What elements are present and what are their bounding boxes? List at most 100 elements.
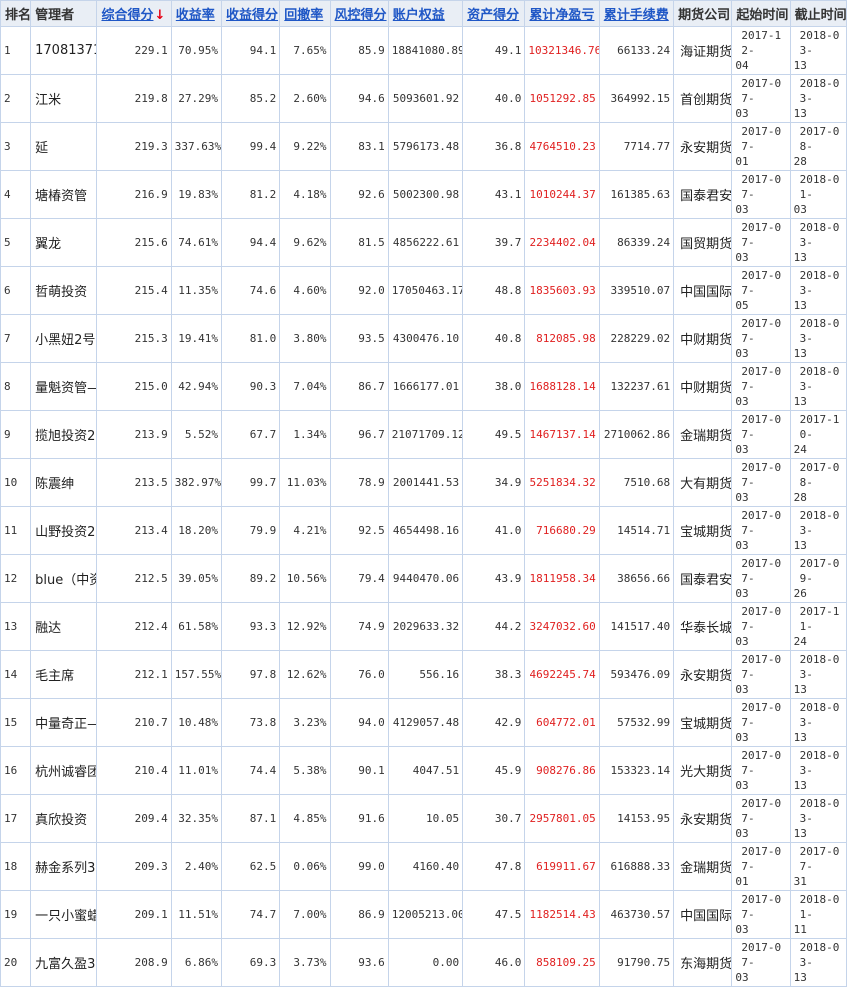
cell-drawdown: 4.18%	[279, 170, 331, 219]
cell-rank: 9	[0, 410, 32, 459]
table-row: 12 blue（中资 212.5 39.05% 89.2 10.56% 79.4 944047…	[0, 554, 847, 603]
cell-net-profit: 2957801.05	[524, 794, 600, 843]
header-fees[interactable]: 累计手续费	[598, 0, 675, 27]
header-net-profit[interactable]: 累计净盈亏	[524, 0, 600, 27]
cell-manager[interactable]: 一只小蜜蜡	[30, 890, 98, 939]
cell-fees: 7714.77	[598, 122, 675, 171]
cell-return-score: 89.2	[221, 554, 281, 603]
cell-asset-score: 36.8	[462, 122, 526, 171]
cell-risk-score: 96.7	[329, 410, 389, 459]
cell-equity: 4300476.10	[387, 314, 464, 363]
cell-end-date: 2017-08- 28	[789, 458, 847, 507]
cell-risk-score: 91.6	[329, 794, 389, 843]
cell-risk-score: 74.9	[329, 602, 389, 651]
cell-return-score: 81.0	[221, 314, 281, 363]
cell-manager[interactable]: 九富久盈3-	[30, 938, 98, 987]
cell-manager[interactable]: blue（中资	[30, 554, 98, 603]
cell-company: 国泰君安	[673, 170, 733, 219]
cell-rank: 10	[0, 458, 32, 507]
table-row: 19 一只小蜜蜡 209.1 11.51% 74.7 7.00% 86.9 12005213.…	[0, 890, 847, 939]
cell-start-date: 2017-07- 03	[731, 410, 791, 459]
cell-start-date-line1: 2017-07-	[741, 413, 782, 441]
cell-manager[interactable]: 赫金系列3-	[30, 842, 98, 891]
cell-asset-score: 47.5	[462, 890, 526, 939]
cell-rank: 13	[0, 602, 32, 651]
cell-start-date-line2: 03	[735, 443, 749, 456]
cell-total-score: 219.3	[96, 122, 172, 171]
cell-start-date-line2: 03	[735, 971, 749, 984]
cell-asset-score: 42.9	[462, 698, 526, 747]
cell-risk-score: 85.9	[329, 26, 389, 75]
cell-manager[interactable]: 真欣投资	[30, 794, 98, 843]
cell-return-rate: 382.97%	[170, 458, 223, 507]
cell-manager[interactable]: 170813717	[30, 26, 98, 75]
cell-total-score: 219.8	[96, 74, 172, 123]
cell-equity: 10.05	[387, 794, 464, 843]
cell-start-date-line2: 03	[735, 683, 749, 696]
cell-manager[interactable]: 翼龙	[30, 218, 98, 267]
cell-end-date-line2: 28	[793, 155, 807, 168]
cell-manager[interactable]: 量魁资管—	[30, 362, 98, 411]
cell-start-date: 2017-07- 03	[731, 698, 791, 747]
header-return-rate[interactable]: 收益率	[170, 0, 223, 27]
cell-manager[interactable]: 融达	[30, 602, 98, 651]
cell-total-score: 213.4	[96, 506, 172, 555]
cell-equity: 17050463.17	[387, 266, 464, 315]
table-row: 7 小黑妞2号 215.3 19.41% 81.0 3.80% 93.5 4300476.10…	[0, 314, 847, 363]
cell-return-rate: 6.86%	[170, 938, 223, 987]
cell-total-score: 209.4	[96, 794, 172, 843]
cell-manager[interactable]: 延	[30, 122, 98, 171]
header-risk-score[interactable]: 风控得分	[329, 0, 389, 27]
cell-net-profit: 619911.67	[524, 842, 600, 891]
cell-return-rate: 19.83%	[170, 170, 223, 219]
cell-company: 永安期货	[673, 650, 733, 699]
cell-asset-score: 38.3	[462, 650, 526, 699]
cell-fees: 161385.63	[598, 170, 675, 219]
cell-fees: 66133.24	[598, 26, 675, 75]
table-row: 6 哲萌投资 215.4 11.35% 74.6 4.60% 92.0 17050463.17…	[0, 266, 847, 315]
header-equity[interactable]: 账户权益	[387, 0, 464, 27]
cell-start-date-line1: 2017-07-	[741, 365, 782, 393]
cell-start-date-line2: 04	[735, 59, 749, 72]
cell-net-profit: 10321346.76	[524, 26, 600, 75]
cell-rank: 8	[0, 362, 32, 411]
cell-manager[interactable]: 中量奇正—:	[30, 698, 98, 747]
cell-manager[interactable]: 杭州诚睿团	[30, 746, 98, 795]
cell-return-score: 97.8	[221, 650, 281, 699]
cell-return-rate: 70.95%	[170, 26, 223, 75]
header-return-score[interactable]: 收益得分	[221, 0, 281, 27]
cell-end-date: 2018-03- 13	[789, 26, 847, 75]
cell-end-date-line2: 13	[793, 779, 807, 792]
table-row: 3 延 219.3 337.63% 99.4 9.22% 83.1 5796173.48 36.…	[0, 122, 847, 171]
cell-start-date-line1: 2017-07-	[741, 893, 782, 921]
cell-drawdown: 11.03%	[279, 458, 331, 507]
cell-end-date-line1: 2018-03-	[799, 77, 840, 105]
header-total-score[interactable]: 综合得分↓	[96, 0, 172, 27]
cell-start-date: 2017-07- 03	[731, 938, 791, 987]
cell-company: 金瑞期货	[673, 842, 733, 891]
header-asset-score[interactable]: 资产得分	[462, 0, 526, 27]
cell-manager[interactable]: 小黑妞2号	[30, 314, 98, 363]
header-drawdown[interactable]: 回撤率	[279, 0, 331, 27]
cell-company: 中国国际	[673, 890, 733, 939]
cell-return-score: 93.3	[221, 602, 281, 651]
cell-equity: 4129057.48	[387, 698, 464, 747]
cell-risk-score: 92.6	[329, 170, 389, 219]
cell-net-profit: 5251834.32	[524, 458, 600, 507]
cell-manager[interactable]: 陈震绅	[30, 458, 98, 507]
cell-manager[interactable]: 山野投资2-	[30, 506, 98, 555]
header-company: 期货公司	[673, 0, 733, 27]
cell-asset-score: 46.0	[462, 938, 526, 987]
cell-risk-score: 81.5	[329, 218, 389, 267]
cell-fees: 339510.07	[598, 266, 675, 315]
cell-asset-score: 40.0	[462, 74, 526, 123]
table-row: 13 融达 212.4 61.58% 93.3 12.92% 74.9 2029633.32 4…	[0, 602, 847, 651]
cell-manager[interactable]: 哲萌投资	[30, 266, 98, 315]
cell-manager[interactable]: 塘椿资管	[30, 170, 98, 219]
cell-drawdown: 5.38%	[279, 746, 331, 795]
cell-total-score: 216.9	[96, 170, 172, 219]
cell-manager[interactable]: 揽旭投资2-	[30, 410, 98, 459]
cell-manager[interactable]: 江米	[30, 74, 98, 123]
cell-start-date-line2: 03	[735, 203, 749, 216]
cell-manager[interactable]: 毛主席	[30, 650, 98, 699]
